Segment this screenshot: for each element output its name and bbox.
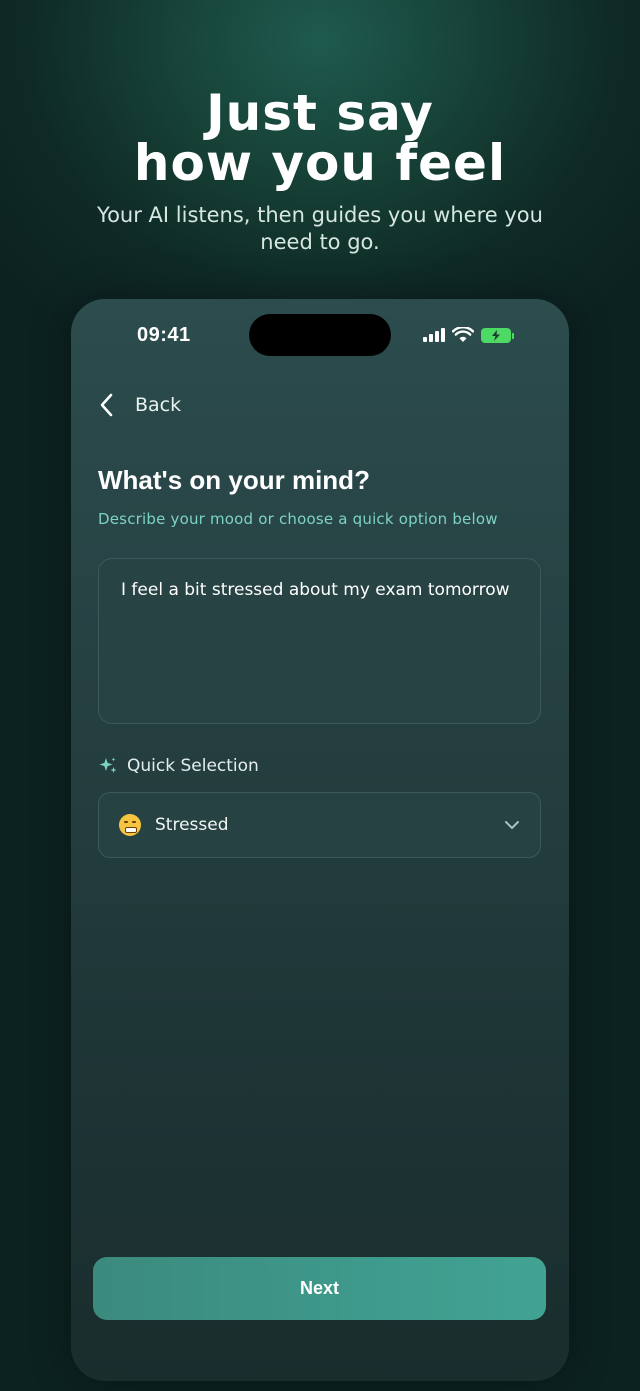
sparkle-icon: [99, 757, 117, 773]
mood-input[interactable]: I feel a bit stressed about my exam tomo…: [98, 558, 541, 724]
dynamic-island: [249, 314, 391, 356]
battery-icon: [481, 327, 514, 343]
chevron-down-icon: [505, 821, 519, 829]
stressed-emoji-icon: [119, 814, 141, 836]
question-title: What's on your mind?: [98, 465, 370, 495]
status-time: 09:41: [137, 324, 191, 346]
mood-select-value: Stressed: [155, 815, 229, 835]
quick-selection-label: Quick Selection: [127, 756, 259, 776]
mood-select[interactable]: Stressed: [98, 792, 541, 858]
quick-selection-header: Quick Selection: [98, 756, 259, 776]
hero-title: Just say how you feel: [0, 88, 640, 188]
back-button[interactable]: Back: [99, 390, 181, 420]
phone-screen: 09:41 Back What's on your mind? Describe…: [71, 299, 569, 1381]
question-subtitle: Describe your mood or choose a quick opt…: [98, 510, 498, 528]
chevron-left-icon: [100, 393, 113, 417]
hero-title-line-1: Just say: [206, 84, 434, 142]
hero-subtitle: Your AI listens, then guides you where y…: [97, 203, 543, 254]
cellular-signal-icon: [423, 328, 445, 342]
status-icons: [423, 326, 514, 344]
charging-bolt-icon: [492, 329, 500, 341]
wifi-icon: [452, 327, 474, 342]
next-button[interactable]: Next: [93, 1257, 546, 1320]
hero-title-line-2: how you feel: [133, 134, 507, 192]
back-label: Back: [135, 394, 182, 416]
